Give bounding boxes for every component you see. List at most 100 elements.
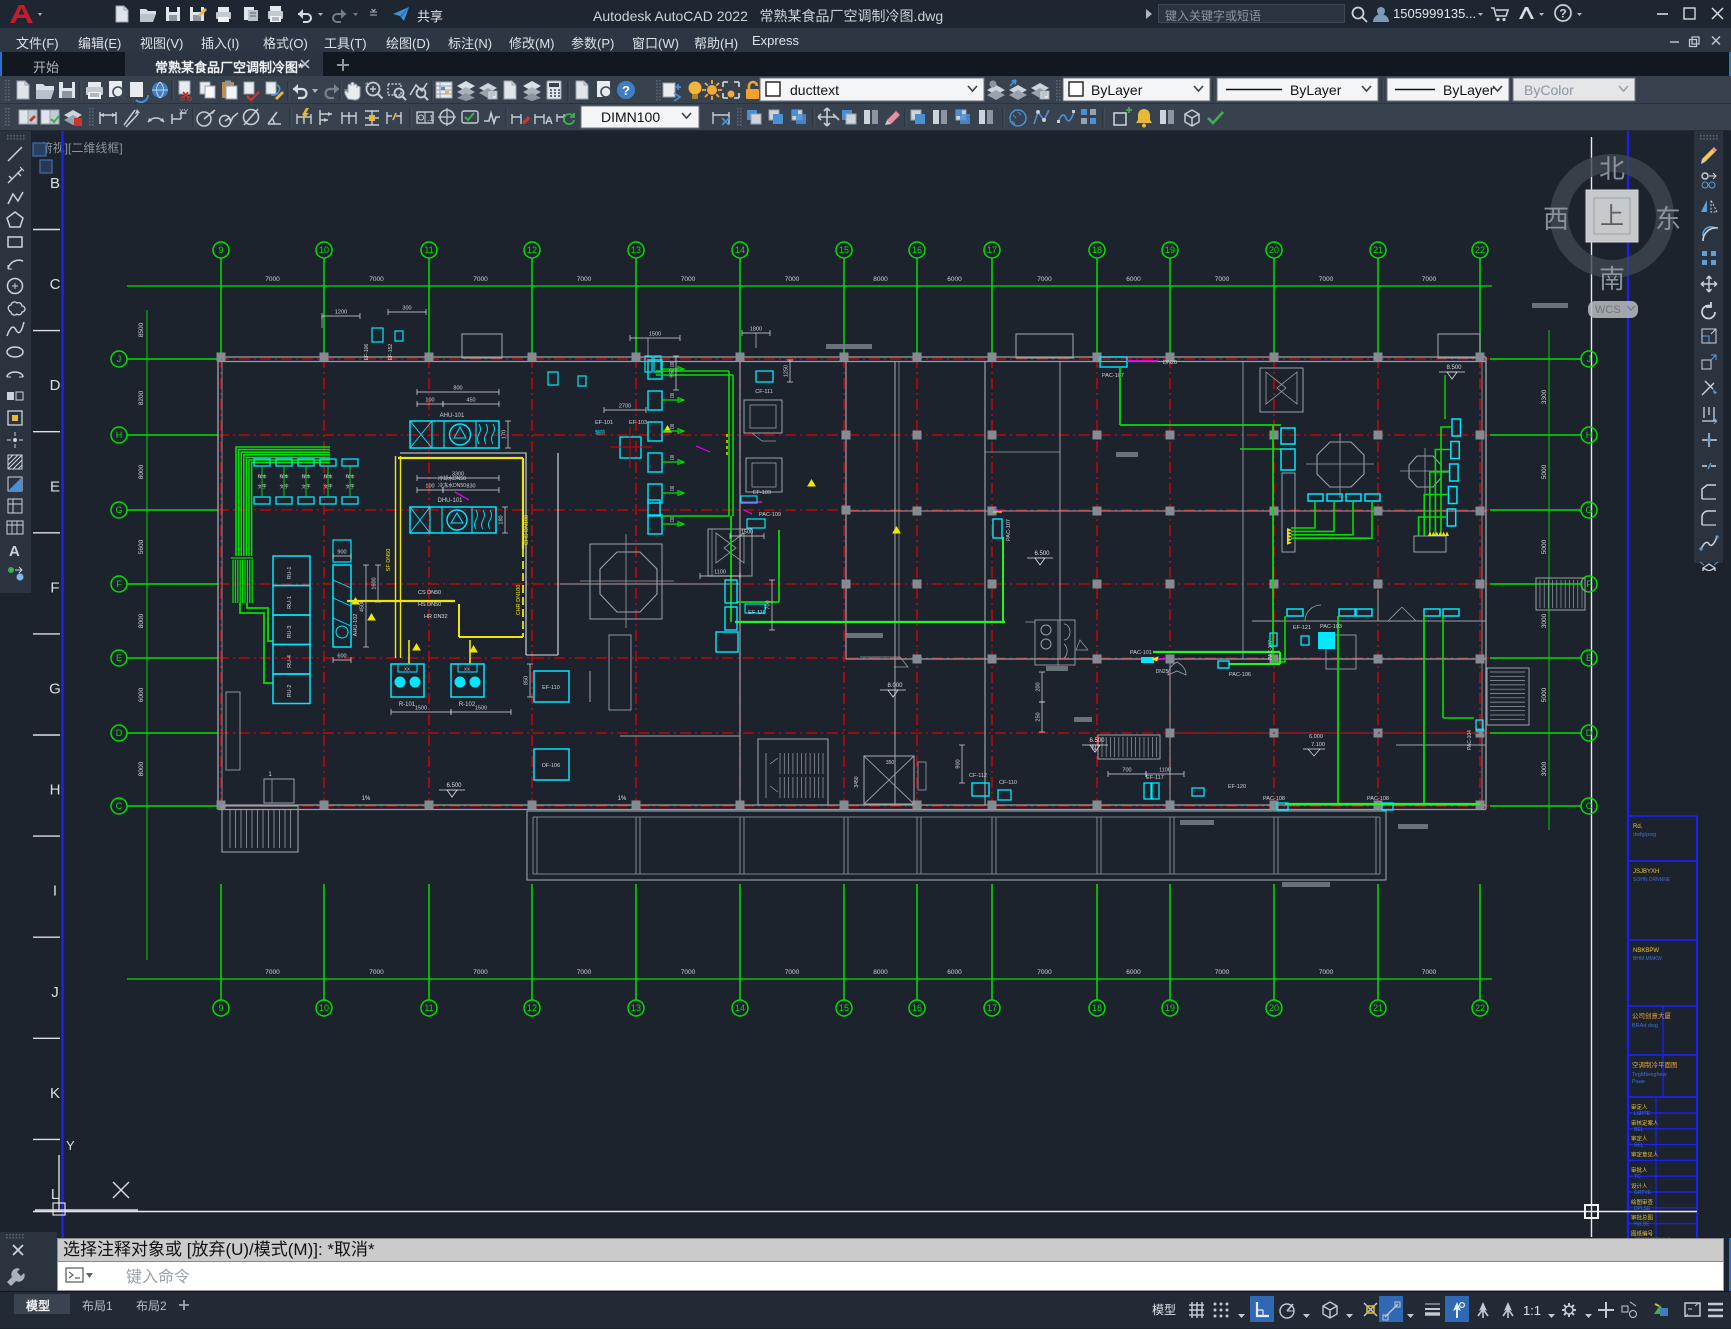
svg-text:公司创意大厦: 公司创意大厦: [1632, 1011, 1672, 1020]
svg-text:BHM MMKW: BHM MMKW: [1633, 956, 1662, 962]
svg-text:8000: 8000: [138, 464, 145, 479]
svg-text:9: 9: [218, 245, 223, 255]
svg-text:D: D: [116, 728, 123, 738]
svg-text:6.500: 6.500: [1089, 738, 1105, 744]
svg-text:RU-1: RU-1: [287, 596, 293, 609]
svg-text:300: 300: [402, 306, 411, 312]
svg-text:西: 西: [1543, 204, 1569, 234]
svg-text:7000: 7000: [681, 276, 696, 283]
svg-text:EF-106: EF-106: [364, 344, 370, 361]
svg-text:800: 800: [453, 386, 462, 392]
svg-text:PAC-107: PAC-107: [1268, 640, 1274, 660]
svg-text:8.500: 8.500: [1446, 365, 1462, 371]
svg-text:PAC-108: PAC-108: [1263, 796, 1285, 802]
svg-text:1:1: 1:1: [1523, 1303, 1541, 1318]
svg-text:16: 16: [912, 1003, 922, 1013]
svg-text:DN20: DN20: [1163, 360, 1177, 366]
svg-text:EF-121: EF-121: [1293, 625, 1311, 631]
svg-text:600: 600: [337, 654, 346, 660]
svg-text:6.000: 6.000: [1309, 734, 1323, 740]
svg-text:HR DN32: HR DN32: [424, 614, 448, 620]
svg-text:冷却水DN50: 冷却水DN50: [438, 475, 466, 482]
svg-text:7000: 7000: [577, 276, 592, 283]
svg-text:GRTVE: GRTVE: [1634, 1190, 1652, 1196]
svg-text:DHU-101: DHU-101: [437, 498, 463, 504]
svg-text:700: 700: [766, 600, 772, 609]
svg-text:RU-2: RU-2: [287, 685, 293, 698]
svg-text:3450: 3450: [854, 776, 860, 787]
svg-text:F: F: [1586, 579, 1592, 589]
svg-text:100: 100: [425, 398, 434, 404]
svg-text:6000: 6000: [1126, 969, 1141, 976]
svg-text:900: 900: [956, 759, 962, 768]
svg-text:XY: XY: [179, 109, 189, 116]
svg-text:G: G: [1585, 505, 1592, 515]
svg-text:审批人: 审批人: [1631, 1166, 1648, 1174]
svg-text:7000: 7000: [369, 276, 384, 283]
svg-text:180: 180: [499, 515, 505, 524]
svg-text:XX: XX: [464, 667, 470, 672]
svg-text:SEL: SEL: [1634, 1143, 1644, 1149]
svg-text:C: C: [50, 276, 61, 293]
svg-text:20: 20: [1269, 1003, 1279, 1013]
svg-text:A: A: [545, 115, 553, 127]
svg-text:G: G: [49, 681, 61, 698]
svg-text:16: 16: [912, 245, 922, 255]
svg-text:CHS DN100: CHS DN100: [524, 515, 530, 545]
svg-text:SOHN DRNNNE: SOHN DRNNNE: [1633, 877, 1671, 883]
svg-text:1500: 1500: [415, 706, 427, 712]
svg-text:B: B: [50, 175, 60, 192]
svg-text:6000: 6000: [947, 969, 962, 976]
svg-text:17: 17: [987, 1003, 997, 1013]
svg-text:AHU-102: AHU-102: [353, 614, 359, 637]
svg-text:PAC-101: PAC-101: [1130, 650, 1152, 656]
svg-text:G: G: [115, 505, 122, 515]
svg-text:3000: 3000: [1541, 613, 1548, 628]
svg-text:PAC-106: PAC-106: [1229, 672, 1251, 678]
svg-text:空调制冷平面图: 空调制冷平面图: [1632, 1060, 1678, 1069]
svg-text:北: 北: [1599, 154, 1625, 184]
svg-text:14: 14: [735, 245, 745, 255]
svg-text:1250: 1250: [784, 365, 790, 377]
svg-text:?: ?: [1559, 7, 1566, 21]
svg-text:7000: 7000: [785, 276, 800, 283]
svg-text:12: 12: [527, 245, 537, 255]
svg-text:BEL: BEL: [1634, 1127, 1644, 1133]
svg-text:350: 350: [886, 760, 895, 766]
svg-text:18: 18: [1092, 1003, 1102, 1013]
svg-text:RU-4: RU-4: [287, 655, 293, 668]
svg-text:DIMN100: DIMN100: [601, 109, 660, 125]
svg-text:1800: 1800: [750, 327, 762, 333]
svg-text:AHU-101: AHU-101: [440, 413, 465, 419]
svg-text:7000: 7000: [473, 276, 488, 283]
svg-text:200: 200: [1036, 682, 1042, 691]
svg-text:8000: 8000: [873, 969, 888, 976]
svg-text:CF-111: CF-111: [755, 389, 773, 395]
svg-text:1%: 1%: [362, 796, 371, 802]
svg-text:7000: 7000: [473, 969, 488, 976]
svg-text:Paae: Paae: [1632, 1079, 1645, 1085]
svg-text:6000: 6000: [947, 276, 962, 283]
svg-text:JSJBYXH: JSJBYXH: [1633, 869, 1659, 875]
svg-text:EF-109: EF-109: [753, 490, 771, 496]
svg-text:H: H: [50, 782, 61, 799]
svg-text:950: 950: [670, 368, 676, 377]
svg-text:审核定案人: 审核定案人: [1631, 1119, 1659, 1127]
svg-text:1500: 1500: [741, 530, 753, 536]
svg-text:EF-117: EF-117: [1146, 775, 1164, 781]
svg-text:CS DN50: CS DN50: [418, 590, 441, 596]
svg-text:100: 100: [425, 484, 434, 490]
svg-text:PAC-108: PAC-108: [1367, 796, 1389, 802]
svg-text:?: ?: [622, 83, 630, 98]
svg-text:1600: 1600: [372, 577, 378, 589]
svg-text:图纸编号: 图纸编号: [1631, 1229, 1654, 1237]
svg-text:Y: Y: [66, 1138, 75, 1153]
svg-text:H: H: [116, 430, 123, 440]
svg-text:19: 19: [1165, 245, 1175, 255]
svg-text:审批总图: 审批总图: [1631, 1214, 1654, 1222]
svg-text:EF-152: EF-152: [388, 344, 394, 361]
svg-text:dwfg/pwg: dwfg/pwg: [1633, 832, 1656, 838]
svg-text:1100: 1100: [1159, 768, 1171, 774]
svg-text:3000: 3000: [1541, 761, 1548, 776]
svg-text:EF-110: EF-110: [542, 685, 560, 691]
